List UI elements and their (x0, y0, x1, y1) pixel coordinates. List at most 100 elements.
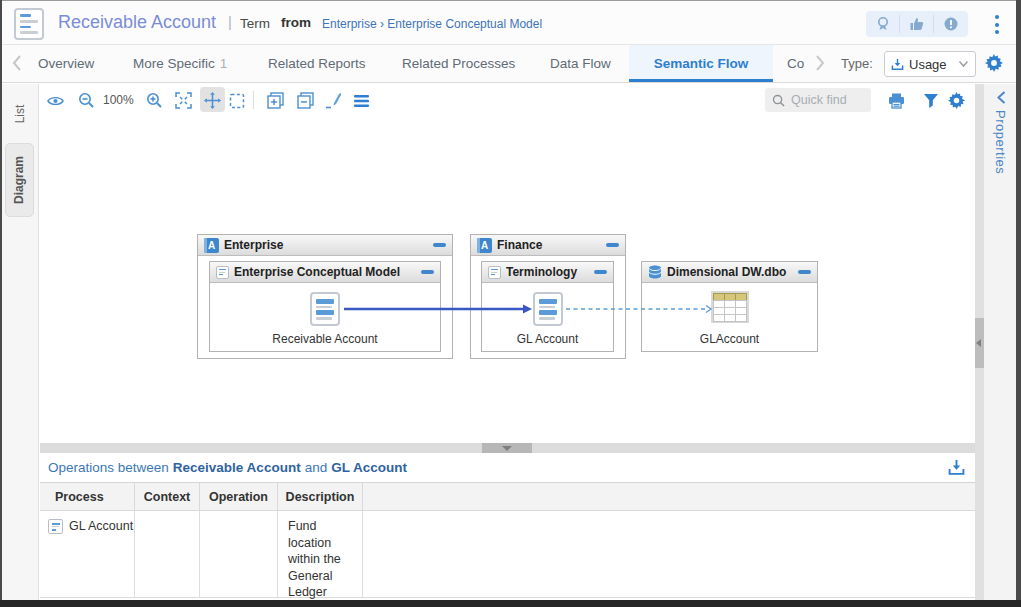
operations-panel: Operations between Receivable Account an… (40, 453, 975, 600)
collapse-all-icon[interactable] (297, 92, 314, 109)
window-border-bottom (0, 600, 1021, 607)
operations-splitter-grip[interactable] (482, 443, 532, 453)
type-label: Type: (841, 45, 873, 82)
model-enterprise-conceptual-header[interactable]: Enterprise Conceptual Model (210, 262, 440, 283)
type-select-value: Usage (909, 57, 953, 72)
model-doc-icon (216, 266, 229, 279)
title-divider: | (228, 13, 232, 30)
quick-find-input[interactable] (791, 93, 861, 107)
diagram-settings-gear-icon[interactable] (948, 92, 965, 109)
tab-overview[interactable]: Overview (38, 45, 94, 82)
tab-collapsed[interactable]: Co (787, 45, 804, 82)
download-icon[interactable] (948, 459, 966, 477)
chevron-down-icon (958, 60, 969, 68)
from-label: from (281, 15, 311, 30)
node-gl-account[interactable] (533, 292, 563, 326)
node-glaccount[interactable] (711, 291, 749, 323)
quick-find-box (765, 88, 871, 112)
catalog-a-icon: A (204, 238, 219, 253)
type-select[interactable]: Usage (884, 51, 976, 77)
header-action-group (866, 11, 968, 37)
fit-to-screen-icon[interactable] (175, 92, 192, 109)
application-window: Receivable Account | Term from Enterpris… (0, 0, 1021, 607)
col-operation[interactable]: Operation (200, 483, 278, 511)
operations-splitter[interactable] (40, 443, 975, 453)
side-tab-list[interactable]: List (2, 98, 39, 130)
tabs-scroll-left-icon[interactable] (10, 53, 24, 73)
window-border-left (0, 0, 2, 607)
model-terminology[interactable]: Terminology GL Account (481, 261, 614, 352)
annotate-pen-icon[interactable] (325, 92, 342, 109)
table-grid-icon (711, 291, 749, 323)
cell-context (135, 511, 200, 598)
tab-semantic-flow[interactable]: Semantic Flow (629, 45, 773, 82)
expand-all-icon[interactable] (267, 92, 284, 109)
window-border-right (1016, 0, 1021, 607)
col-context[interactable]: Context (135, 483, 200, 511)
tab-related-reports[interactable]: Related Reports (268, 45, 366, 82)
thumbs-up-icon[interactable] (900, 15, 934, 33)
print-icon[interactable] (888, 92, 905, 109)
operations-table-header: Process Context Operation Description (40, 483, 975, 511)
term-document-icon (14, 8, 44, 40)
term-doc-icon (310, 292, 340, 326)
node-label: Receivable Account (210, 332, 440, 346)
tab-more-specific[interactable]: More Specific1 (133, 45, 227, 82)
zoom-in-icon[interactable] (146, 92, 163, 109)
marquee-select-icon[interactable] (228, 92, 245, 109)
node-label: GL Account (482, 332, 613, 346)
diagram-canvas[interactable]: A Enterprise Enterprise Conceptual Model… (40, 116, 975, 443)
collapse-minus-icon[interactable] (594, 270, 607, 274)
zoom-level: 100% (103, 93, 134, 107)
page-title: Receivable Account (58, 12, 216, 33)
side-tab-diagram[interactable]: Diagram (5, 143, 34, 217)
pan-tool-icon[interactable] (204, 92, 221, 109)
alert-circle-icon[interactable] (934, 15, 968, 33)
model-doc-icon (488, 266, 501, 279)
diagram-workspace: 100% (40, 84, 975, 600)
col-description[interactable]: Description (278, 483, 363, 511)
window-border-top (0, 0, 1021, 1)
usage-icon (891, 58, 904, 71)
col-process[interactable]: Process (40, 483, 135, 511)
collapse-minus-icon[interactable] (421, 270, 434, 274)
model-dimensional-dw-header[interactable]: Dimensional DW.dbo (642, 262, 817, 283)
term-doc-icon (48, 519, 63, 534)
zoom-out-icon[interactable] (78, 92, 95, 109)
preview-eye-icon[interactable] (47, 92, 64, 109)
model-dimensional-dw[interactable]: Dimensional DW.dbo GLAccount (641, 261, 818, 352)
properties-expand-icon[interactable] (995, 90, 1008, 105)
toolbar-divider (253, 91, 254, 109)
term-doc-icon (533, 292, 563, 326)
model-terminology-header[interactable]: Terminology (482, 262, 613, 283)
operations-title: Operations between Receivable Account an… (40, 453, 975, 483)
cell-operation (200, 511, 278, 598)
menu-lines-icon[interactable] (353, 92, 370, 109)
container-enterprise-header[interactable]: A Enterprise (198, 235, 452, 256)
object-type-label: Term (240, 16, 270, 31)
model-enterprise-conceptual[interactable]: Enterprise Conceptual Model Receivable A… (209, 261, 441, 352)
database-icon (648, 265, 662, 279)
properties-panel-label[interactable]: Properties (993, 110, 1008, 174)
container-finance-header[interactable]: A Finance (471, 235, 625, 256)
collapse-minus-icon[interactable] (798, 270, 811, 274)
certify-badge-icon[interactable] (866, 15, 900, 33)
tab-count-badge: 1 (220, 56, 228, 71)
filter-icon[interactable] (922, 92, 939, 109)
tab-related-processes[interactable]: Related Processes (402, 45, 515, 82)
collapse-left-arrow-icon[interactable] (976, 339, 981, 347)
cell-description: Fund location within the General Ledger (278, 511, 363, 598)
flow-settings-gear-icon[interactable] (985, 54, 1003, 72)
collapse-minus-icon[interactable] (433, 243, 446, 247)
collapse-minus-icon[interactable] (606, 243, 619, 247)
node-label: GLAccount (642, 332, 817, 346)
tab-data-flow[interactable]: Data Flow (550, 45, 611, 82)
tabs-scroll-right-icon[interactable] (813, 53, 827, 73)
operations-table-row[interactable]: GL Account Fund location within the Gene… (40, 511, 975, 598)
kebab-menu-icon[interactable] (992, 15, 1002, 34)
search-icon (772, 94, 785, 107)
breadcrumb[interactable]: Enterprise › Enterprise Conceptual Model (322, 17, 542, 31)
cell-process: GL Account (40, 511, 135, 598)
catalog-a-icon: A (477, 238, 492, 253)
node-receivable-account[interactable] (310, 292, 340, 326)
